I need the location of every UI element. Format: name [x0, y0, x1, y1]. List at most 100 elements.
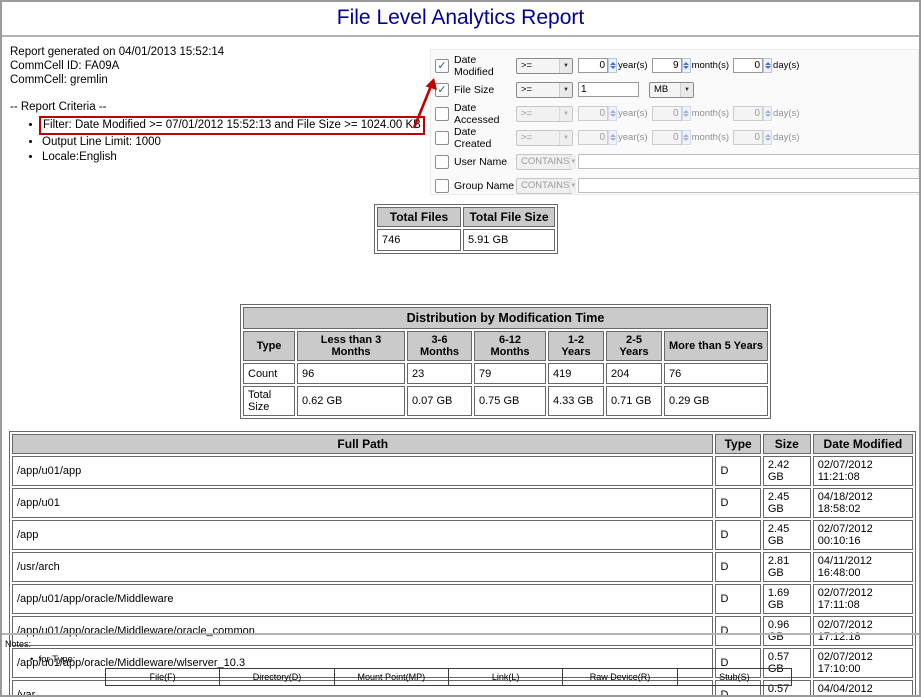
date-modified-checkbox[interactable]	[435, 59, 449, 73]
unit-value: MB	[654, 84, 668, 95]
files-row: /app/u01/app/oracle/Middleware D 1.69 GB…	[12, 584, 913, 614]
date-modified-years-field[interactable]: 0	[578, 58, 608, 73]
cell-type: D	[715, 552, 760, 582]
cell-date: 02/07/2012 00:10:16	[813, 520, 913, 550]
footer-divider	[2, 633, 919, 635]
date-accessed-days-field[interactable]: 0	[733, 106, 763, 121]
notes-for-type: • for Type:	[30, 654, 75, 665]
cell-date: 02/07/2012 17:12:18	[813, 616, 913, 646]
days-unit-label: day(s)	[773, 108, 799, 119]
date-accessed-checkbox[interactable]	[435, 107, 449, 121]
date-created-checkbox[interactable]	[435, 131, 449, 145]
cell-date: 02/07/2012 17:10:00	[813, 648, 913, 678]
type-header: Type	[715, 434, 760, 454]
file-size-operator-select[interactable]: >= ▼	[516, 82, 573, 98]
group-name-input[interactable]	[578, 178, 920, 193]
notes-label: Notes:	[5, 639, 31, 649]
cell: 0.75 GB	[474, 386, 546, 416]
total-file-size-header: Total File Size	[463, 207, 555, 227]
totals-table: Total Files Total File Size 746 5.91 GB	[374, 204, 558, 254]
spinner-icon[interactable]	[608, 58, 617, 73]
group-name-checkbox[interactable]	[435, 179, 449, 193]
date-accessed-operator-select[interactable]: >= ▼	[516, 106, 573, 122]
user-name-label: User Name	[454, 156, 516, 168]
cell-date: 02/07/2012 17:11:08	[813, 584, 913, 614]
date-modified-months-field[interactable]: 9	[652, 58, 682, 73]
distribution-header-row: Type Less than 3 Months 3-6 Months 6-12 …	[243, 331, 768, 361]
cell: 419	[548, 363, 604, 384]
months-unit-label: month(s)	[692, 60, 729, 71]
date-created-years-field[interactable]: 0	[578, 130, 608, 145]
row-label: Total Size	[243, 386, 295, 416]
filter-row-date-accessed: Date Accessed >= ▼ 0 year(s) 0 month(s) …	[435, 105, 918, 122]
distribution-size-row: Total Size 0.62 GB 0.07 GB 0.75 GB 4.33 …	[243, 386, 768, 416]
days-unit-label: day(s)	[773, 60, 799, 71]
file-size-checkbox[interactable]	[435, 83, 449, 97]
group-name-operator-select[interactable]: CONTAINS ▼	[516, 178, 573, 194]
type-legend-table: File(F) Directory(D) Mount Point(MP) Lin…	[105, 668, 792, 686]
date-modified-header: Date Modified	[813, 434, 913, 454]
cell-size: 2.45 GB	[763, 520, 811, 550]
row-label: Count	[243, 363, 295, 384]
cell: 96	[297, 363, 405, 384]
cell-path: /app	[12, 520, 713, 550]
spinner-icon[interactable]	[763, 130, 772, 145]
cell-date: 04/04/2012 12:13:36	[813, 680, 913, 697]
date-created-days-field[interactable]: 0	[733, 130, 763, 145]
operator-value: >=	[521, 132, 532, 143]
cell: 0.71 GB	[606, 386, 662, 416]
file-size-label: File Size	[454, 84, 516, 96]
page-title: File Level Analytics Report	[2, 6, 919, 30]
cell-type: D	[715, 584, 760, 614]
type-legend-cell: Link(L)	[448, 669, 562, 686]
spinner-icon[interactable]	[763, 106, 772, 121]
months-unit-label: month(s)	[692, 108, 729, 119]
chevron-down-icon: ▼	[569, 179, 576, 193]
spinner-icon[interactable]	[682, 130, 691, 145]
spinner-icon[interactable]	[608, 130, 617, 145]
cell: 0.62 GB	[297, 386, 405, 416]
date-modified-days-field[interactable]: 0	[733, 58, 763, 73]
spinner-icon[interactable]	[608, 106, 617, 121]
column-header: Type	[243, 331, 295, 361]
date-created-months-field[interactable]: 0	[652, 130, 682, 145]
file-size-value-input[interactable]	[578, 82, 639, 97]
files-row: /app/u01/app D 2.42 GB 02/07/2012 11:21:…	[12, 456, 913, 486]
user-name-checkbox[interactable]	[435, 155, 449, 169]
operator-value: >=	[521, 84, 532, 95]
cell: 4.33 GB	[548, 386, 604, 416]
months-unit-label: month(s)	[692, 132, 729, 143]
spinner-icon[interactable]	[763, 58, 772, 73]
files-row: /app/u01 D 2.45 GB 04/18/2012 18:58:02	[12, 488, 913, 518]
chevron-down-icon: ▼	[559, 107, 572, 121]
chevron-down-icon: ▼	[680, 83, 693, 97]
days-unit-label: day(s)	[773, 132, 799, 143]
date-modified-operator-select[interactable]: >= ▼	[516, 58, 573, 74]
type-legend-cell: Raw Device(R)	[563, 669, 677, 686]
total-files-header: Total Files	[377, 207, 461, 227]
cell-size: 2.45 GB	[763, 488, 811, 518]
cell-path: /app/u01/app/oracle/Middleware/oracle_co…	[12, 616, 713, 646]
files-table: Full Path Type Size Date Modified /app/u…	[9, 431, 916, 697]
date-accessed-months-field[interactable]: 0	[652, 106, 682, 121]
years-unit-label: year(s)	[618, 60, 648, 71]
chevron-down-icon: ▼	[559, 131, 572, 145]
criteria-filter-item: Filter: Date Modified >= 07/01/2012 15:5…	[42, 116, 425, 135]
type-legend-cell: Stub(S)	[677, 669, 791, 686]
cell-type: D	[715, 616, 760, 646]
file-size-unit-select[interactable]: MB ▼	[649, 82, 694, 98]
spinner-icon[interactable]	[682, 106, 691, 121]
spinner-icon[interactable]	[682, 58, 691, 73]
filter-criteria-panel: Date Modified >= ▼ 0 year(s) 9 month(s) …	[430, 49, 919, 195]
full-path-header: Full Path	[12, 434, 713, 454]
date-accessed-years-field[interactable]: 0	[578, 106, 608, 121]
cell: 0.29 GB	[664, 386, 768, 416]
filter-row-date-modified: Date Modified >= ▼ 0 year(s) 9 month(s) …	[435, 57, 918, 74]
user-name-operator-select[interactable]: CONTAINS ▼	[516, 154, 573, 170]
cell-size: 2.42 GB	[763, 456, 811, 486]
user-name-input[interactable]	[578, 154, 920, 169]
date-created-operator-select[interactable]: >= ▼	[516, 130, 573, 146]
total-file-size-value: 5.91 GB	[463, 229, 555, 251]
date-created-label: Date Created	[454, 126, 516, 150]
cell: 79	[474, 363, 546, 384]
